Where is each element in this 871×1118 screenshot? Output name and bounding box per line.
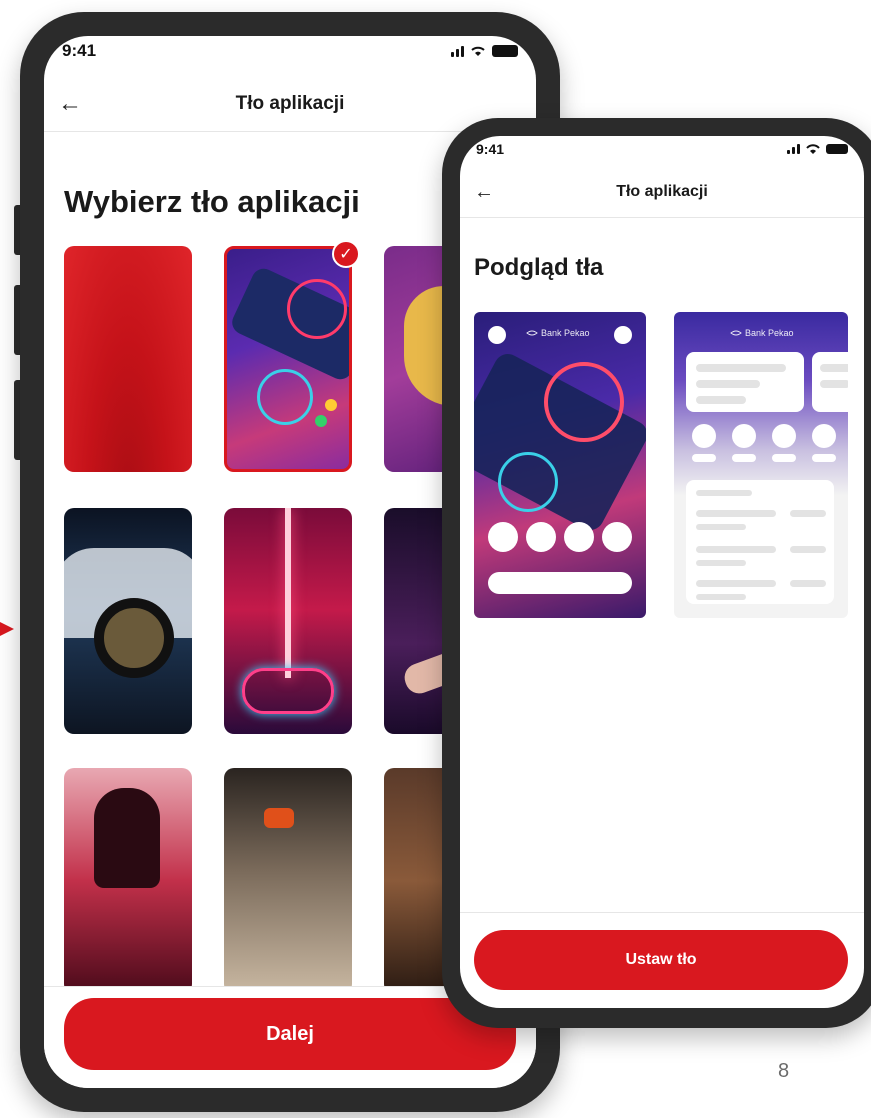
bank-logo-icon bbox=[526, 330, 538, 336]
nav-bar: ← Tło aplikacji bbox=[460, 166, 864, 218]
placeholder-bar bbox=[488, 572, 632, 594]
red-arrow-icon bbox=[0, 622, 14, 636]
quick-action bbox=[602, 522, 632, 552]
background-option-warrior[interactable] bbox=[64, 768, 192, 994]
quick-action bbox=[488, 522, 518, 552]
next-button[interactable]: Dalej bbox=[64, 998, 516, 1070]
nav-bar: ← Tło aplikacji bbox=[44, 76, 536, 132]
phone-right-screen: 9:41 ← Tło aplikacji Podgląd tła Bank Pe… bbox=[460, 136, 864, 1008]
status-bar: 9:41 bbox=[44, 36, 536, 66]
quick-action bbox=[772, 424, 796, 448]
background-option-car[interactable] bbox=[64, 508, 192, 734]
status-time: 9:41 bbox=[476, 141, 505, 157]
preview-details: Bank Pekao bbox=[674, 312, 848, 618]
battery-icon bbox=[826, 144, 848, 154]
back-arrow-icon[interactable]: ← bbox=[474, 182, 494, 202]
background-option-gamepad[interactable] bbox=[224, 508, 352, 734]
brand-label: Bank Pekao bbox=[745, 328, 794, 338]
bank-logo-icon bbox=[730, 330, 742, 336]
notification-icon bbox=[614, 326, 632, 344]
background-option-rocks[interactable] bbox=[224, 768, 352, 994]
quick-action bbox=[564, 522, 594, 552]
signal-icon bbox=[451, 45, 464, 57]
status-time: 9:41 bbox=[62, 41, 97, 60]
status-bar: 9:41 bbox=[460, 136, 864, 162]
selected-check-icon: ✓ bbox=[332, 240, 360, 268]
page-title: Wybierz tło aplikacji bbox=[64, 184, 360, 219]
slide: 9:41 ← Tło aplikacji Wybierz tło aplikac… bbox=[0, 0, 871, 1118]
nav-title: Tło aplikacji bbox=[235, 92, 345, 114]
avatar-icon bbox=[488, 326, 506, 344]
wifi-icon bbox=[806, 143, 820, 154]
quick-action bbox=[692, 424, 716, 448]
skeleton-card bbox=[812, 352, 848, 412]
bank-logo: Bank Pekao bbox=[730, 328, 794, 338]
battery-icon bbox=[492, 45, 518, 57]
background-option-gaming-selected[interactable] bbox=[224, 246, 352, 472]
page-title: Podgląd tła bbox=[474, 254, 604, 281]
quick-action bbox=[732, 424, 756, 448]
bank-logo: Bank Pekao bbox=[526, 328, 590, 338]
quick-action bbox=[526, 522, 556, 552]
preview-dashboard: Bank Pekao bbox=[474, 312, 646, 618]
nav-title: Tło aplikacji bbox=[616, 182, 708, 200]
brand-label: Bank Pekao bbox=[541, 328, 590, 338]
quick-action bbox=[812, 424, 836, 448]
back-arrow-icon[interactable]: ← bbox=[58, 91, 82, 116]
wifi-icon bbox=[471, 46, 485, 56]
signal-icon bbox=[787, 144, 800, 154]
skeleton-list bbox=[686, 480, 834, 604]
skeleton-card bbox=[686, 352, 804, 412]
divider bbox=[460, 912, 864, 913]
page-number: 8 bbox=[778, 1060, 790, 1082]
phone-right: 9:41 ← Tło aplikacji Podgląd tła Bank Pe… bbox=[442, 118, 871, 1028]
background-option-red[interactable] bbox=[64, 246, 192, 472]
set-background-button[interactable]: Ustaw tło bbox=[474, 930, 848, 990]
